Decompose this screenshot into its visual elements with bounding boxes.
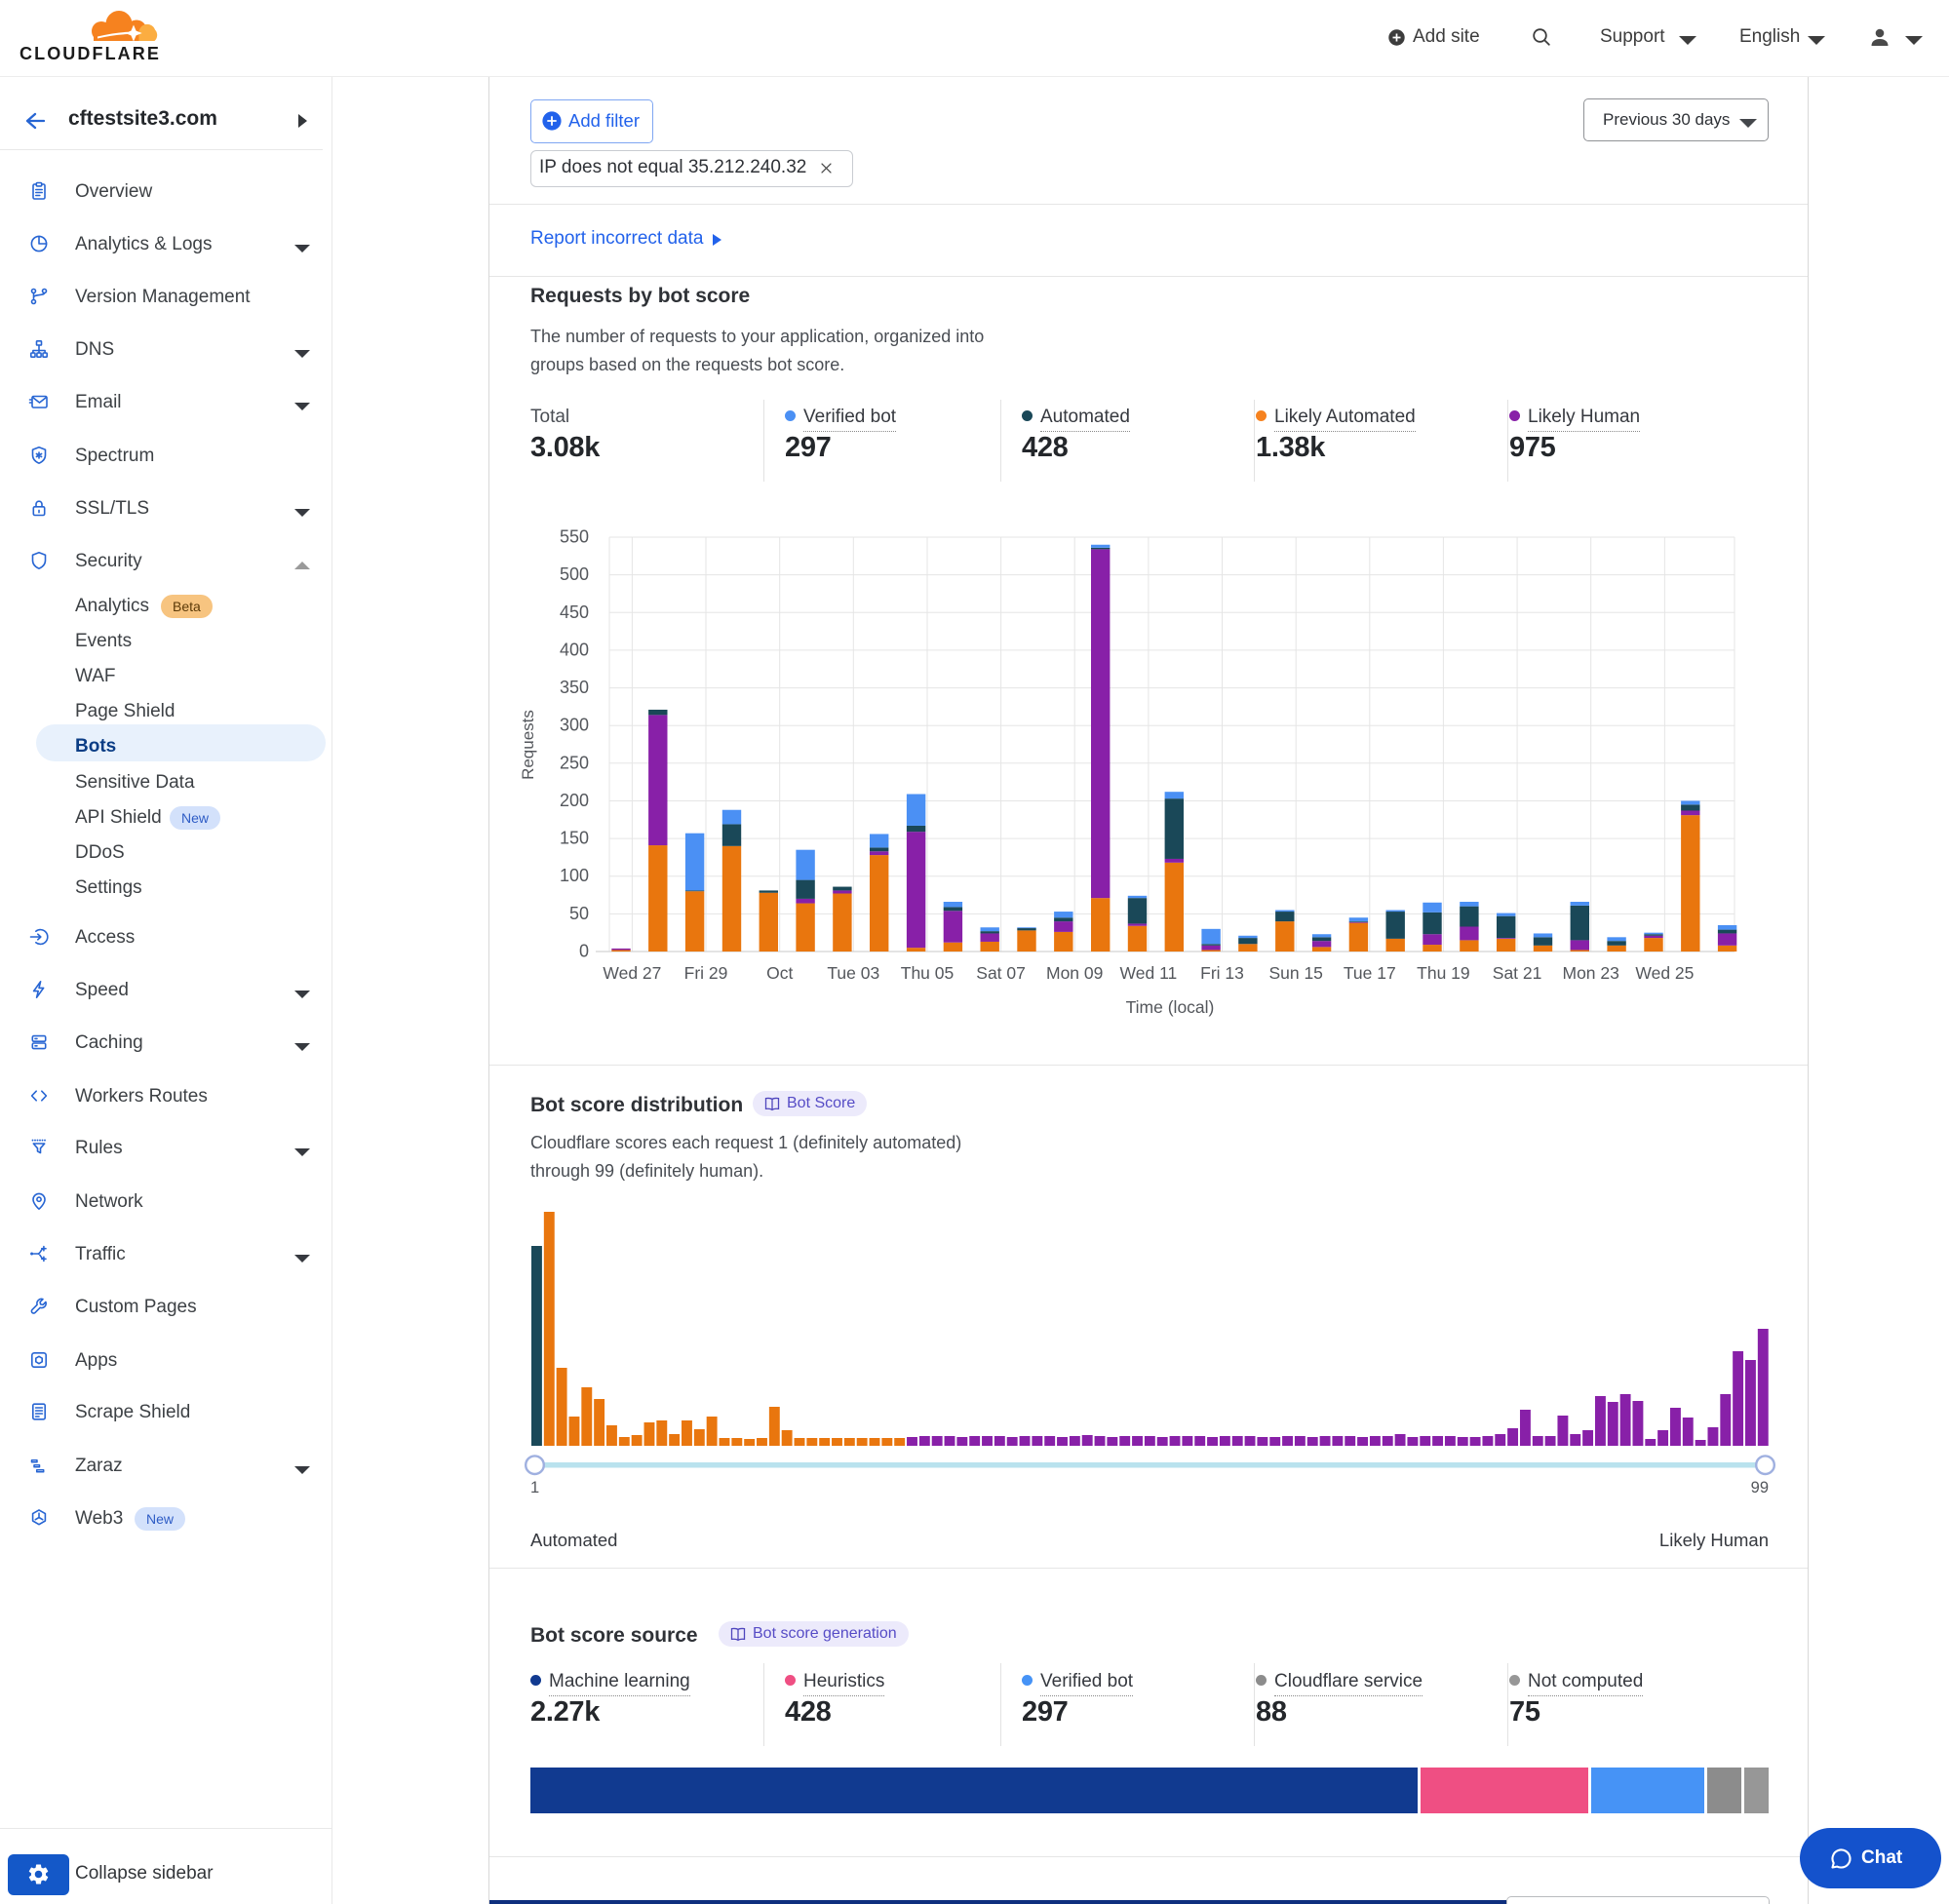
svg-text:450: 450 (560, 602, 589, 622)
svg-text:100: 100 (560, 866, 589, 885)
svg-text:0: 0 (579, 942, 589, 961)
svg-text:Wed 27: Wed 27 (603, 963, 661, 983)
svg-text:Oct: Oct (766, 963, 793, 983)
svg-text:Automated: Automated (530, 1530, 617, 1550)
svg-text:300: 300 (560, 716, 589, 735)
svg-text:200: 200 (560, 791, 589, 810)
svg-text:500: 500 (560, 564, 589, 584)
svg-text:350: 350 (560, 678, 589, 697)
svg-text:Mon 23: Mon 23 (1563, 963, 1619, 983)
svg-text:Tue 03: Tue 03 (827, 963, 879, 983)
svg-text:50: 50 (569, 904, 589, 923)
svg-text:Sat 07: Sat 07 (976, 963, 1026, 983)
svg-text:Time (local): Time (local) (1126, 997, 1215, 1017)
svg-text:150: 150 (560, 829, 589, 848)
svg-text:400: 400 (560, 640, 589, 659)
svg-text:Wed 25: Wed 25 (1635, 963, 1694, 983)
svg-text:1: 1 (530, 1479, 539, 1496)
svg-text:Likely Human: Likely Human (1659, 1530, 1769, 1550)
svg-text:Requests: Requests (519, 710, 537, 780)
svg-text:99: 99 (1751, 1479, 1769, 1496)
svg-text:Fri 13: Fri 13 (1200, 963, 1244, 983)
svg-text:250: 250 (560, 753, 589, 772)
svg-text:Mon 09: Mon 09 (1046, 963, 1103, 983)
svg-text:Tue 17: Tue 17 (1344, 963, 1396, 983)
svg-text:Sat 21: Sat 21 (1493, 963, 1542, 983)
svg-text:550: 550 (560, 527, 589, 547)
svg-text:Fri 29: Fri 29 (684, 963, 728, 983)
svg-text:Thu 19: Thu 19 (1417, 963, 1469, 983)
svg-text:Wed 11: Wed 11 (1120, 963, 1178, 983)
svg-text:Thu 05: Thu 05 (901, 963, 954, 983)
svg-text:Sun 15: Sun 15 (1268, 963, 1322, 983)
